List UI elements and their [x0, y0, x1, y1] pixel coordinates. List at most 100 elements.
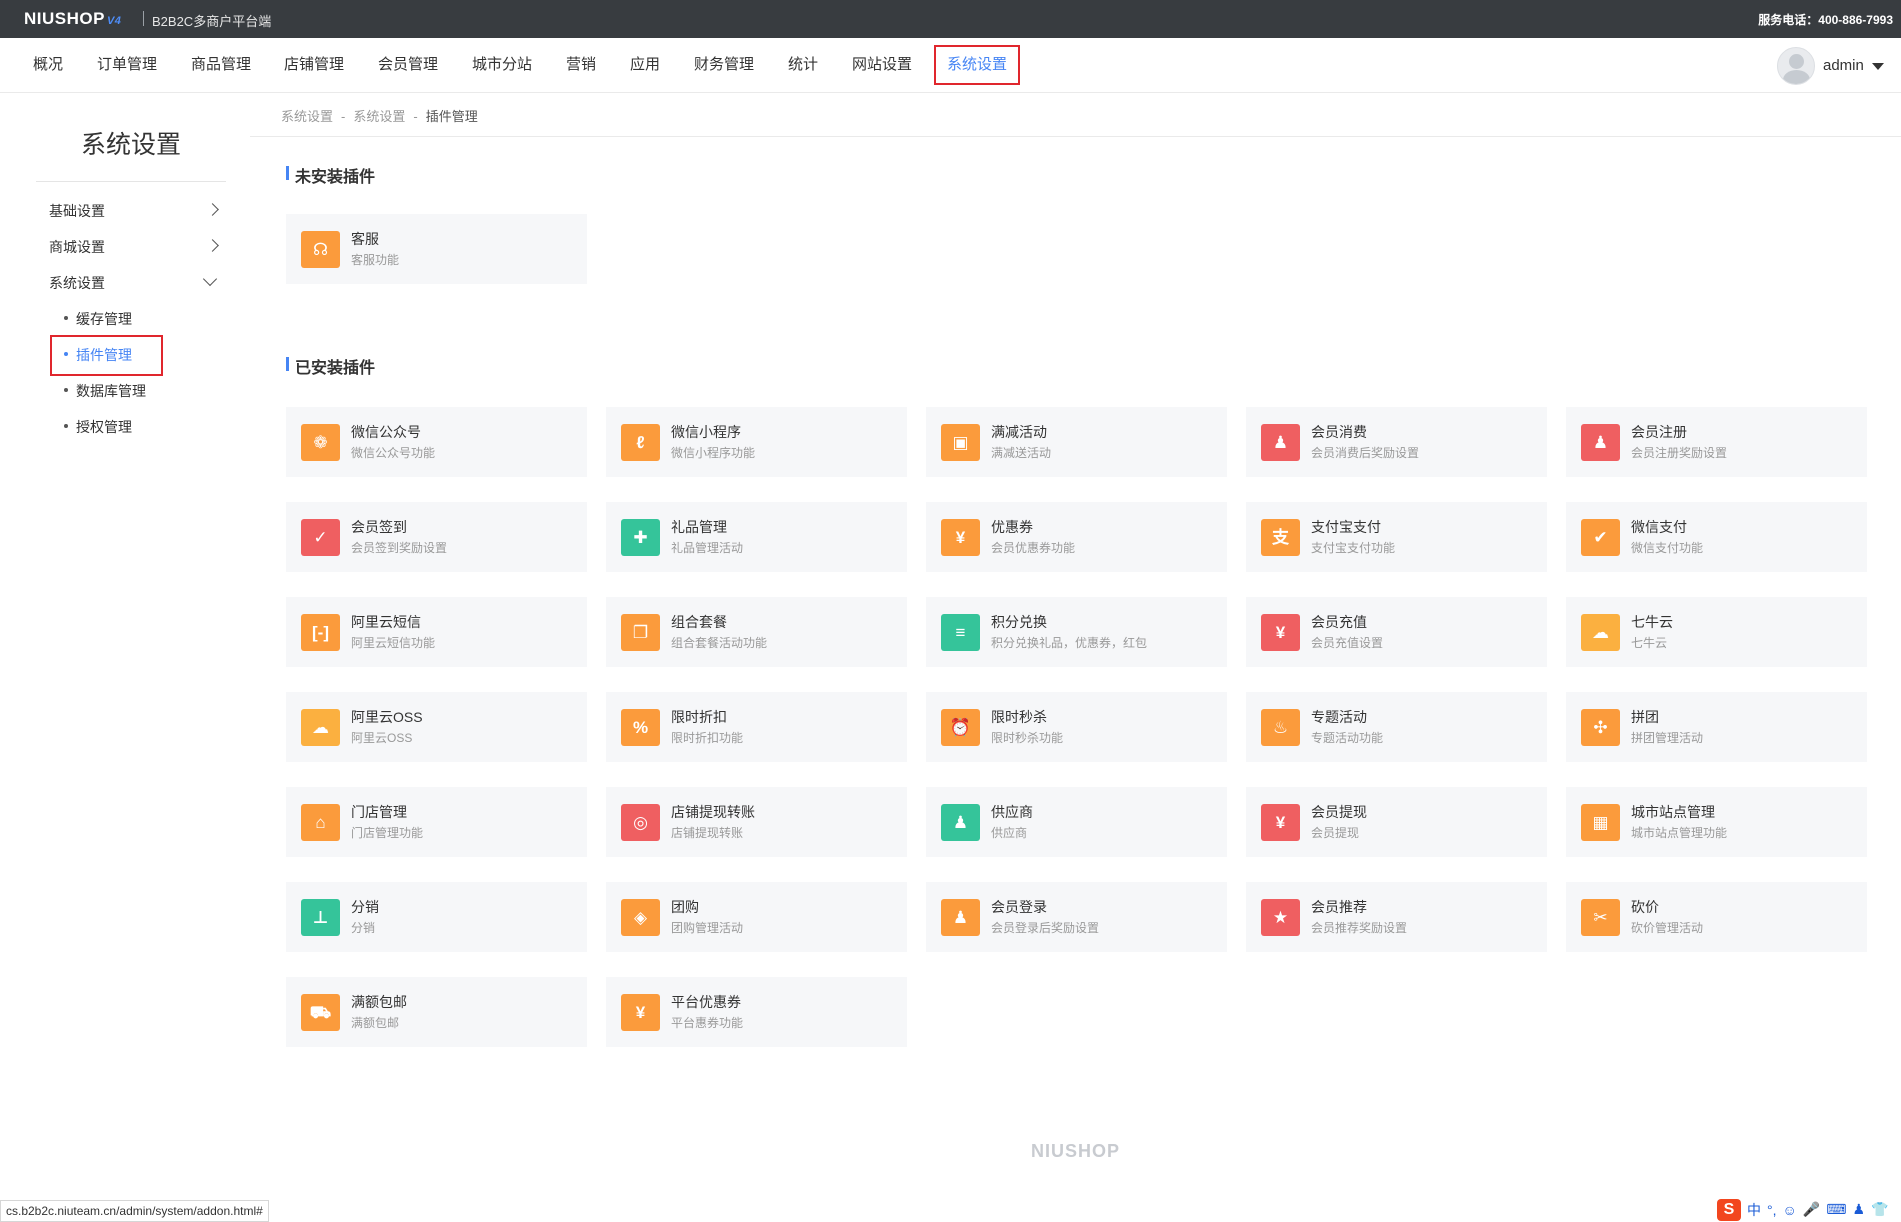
nav-shops[interactable]: 店铺管理 — [284, 38, 344, 93]
addon-card[interactable]: ♟ 会员注册 会员注册奖励设置 — [1566, 407, 1867, 477]
combo-icon: ❐ — [621, 614, 660, 651]
logo-divider — [143, 11, 144, 26]
nav-marketing[interactable]: 营销 — [566, 38, 596, 93]
addon-card[interactable]: ☁ 七牛云 七牛云 — [1566, 597, 1867, 667]
addon-desc: 团购管理活动 — [671, 921, 744, 935]
icon-glyph: ¥ — [955, 528, 966, 547]
nav-system-settings[interactable]: 系统设置 — [934, 45, 1021, 85]
ime-language[interactable]: 中 — [1747, 1200, 1761, 1220]
addon-name: 微信小程序 — [671, 424, 741, 440]
nav-website-settings[interactable]: 网站设置 — [852, 38, 912, 93]
addon-card[interactable]: ⌂ 门店管理 门店管理功能 — [286, 787, 587, 857]
recharge-icon: ¥ — [1261, 614, 1300, 651]
breadcrumb-item[interactable]: 系统设置 — [353, 109, 405, 124]
addon-card[interactable]: ✓ 会员签到 会员签到奖励设置 — [286, 502, 587, 572]
addon-name: 满额包邮 — [351, 994, 407, 1010]
nav-city-branch[interactable]: 城市分站 — [472, 38, 532, 93]
icon-glyph: ▦ — [1592, 813, 1609, 832]
footer-logo: NIUSHOP — [1030, 1141, 1120, 1161]
sidebar-item-license[interactable]: 授权管理 — [64, 417, 132, 437]
addon-desc: 砍价管理活动 — [1631, 921, 1704, 935]
addon-card[interactable]: ✚ 礼品管理 礼品管理活动 — [606, 502, 907, 572]
addon-card[interactable]: ≡ 积分兑换 积分兑换礼品，优惠券，红包 — [926, 597, 1227, 667]
addon-card[interactable]: ⊥ 分销 分销 — [286, 882, 587, 952]
addon-card[interactable]: % 限时折扣 限时折扣功能 — [606, 692, 907, 762]
nav-goods[interactable]: 商品管理 — [191, 38, 251, 93]
bulb-icon: ♨ — [1261, 709, 1300, 746]
addon-card[interactable]: ☁ 阿里云OSS 阿里云OSS — [286, 692, 587, 762]
nav-overview[interactable]: 概况 — [33, 38, 63, 93]
addon-card[interactable]: ♟ 会员消费 会员消费后奖励设置 — [1246, 407, 1547, 477]
addon-name: 分销 — [351, 899, 379, 915]
addon-name: 客服 — [351, 231, 379, 247]
chevron-right-icon[interactable] — [206, 239, 219, 252]
addon-card[interactable]: ✣ 拼团 拼团管理活动 — [1566, 692, 1867, 762]
logo-version: V4 — [106, 15, 122, 27]
addon-card[interactable]: ◎ 店铺提现转账 店铺提现转账 — [606, 787, 907, 857]
addon-card[interactable]: 支 支付宝支付 支付宝支付功能 — [1246, 502, 1547, 572]
nav-statistics[interactable]: 统计 — [788, 38, 818, 93]
icon-glyph: ▣ — [952, 433, 969, 452]
sidebar-group-mall-settings[interactable]: 商城设置 — [49, 237, 105, 257]
coupon-icon: ¥ — [941, 519, 980, 556]
addon-card[interactable]: ⛟ 满额包邮 满额包邮 — [286, 977, 587, 1047]
icon-glyph: ⌂ — [315, 813, 326, 832]
addon-card[interactable]: ♨ 专题活动 专题活动功能 — [1246, 692, 1547, 762]
avatar — [1777, 47, 1815, 85]
addon-card[interactable]: [-] 阿里云短信 阿里云短信功能 — [286, 597, 587, 667]
sidebar-item-cache[interactable]: 缓存管理 — [64, 309, 132, 329]
emoji-icon[interactable]: ☺ — [1783, 1202, 1797, 1218]
ime-punctuation[interactable]: °, — [1767, 1202, 1777, 1218]
addon-card[interactable]: ★ 会员推荐 会员推荐奖励设置 — [1246, 882, 1547, 952]
addon-card[interactable]: ¥ 会员充值 会员充值设置 — [1246, 597, 1547, 667]
nav-apps[interactable]: 应用 — [630, 38, 660, 93]
addon-card[interactable]: ❐ 组合套餐 组合套餐活动功能 — [606, 597, 907, 667]
main-nav: 概况 订单管理 商品管理 店铺管理 会员管理 城市分站 营销 应用 财务管理 统… — [0, 38, 1901, 93]
addon-card[interactable]: ¥ 会员提现 会员提现 — [1246, 787, 1547, 857]
niushop-logo[interactable]: NIUSHOP V4 — [24, 9, 121, 29]
sidebar-group-system-settings[interactable]: 系统设置 — [49, 273, 105, 293]
addon-card[interactable]: ♟ 会员登录 会员登录后奖励设置 — [926, 882, 1227, 952]
addon-name: 满减活动 — [991, 424, 1047, 440]
installed-section-title: 已安装插件 — [286, 354, 375, 378]
addon-card[interactable]: ✔ 微信支付 微信支付功能 — [1566, 502, 1867, 572]
nav-members[interactable]: 会员管理 — [378, 38, 438, 93]
sidebar-item-database[interactable]: 数据库管理 — [64, 381, 146, 401]
sidebar-item-label: 数据库管理 — [76, 383, 146, 399]
icon-glyph: ≡ — [955, 623, 966, 642]
coins-icon: ≡ — [941, 614, 980, 651]
supplier-icon: ♟ — [941, 804, 980, 841]
addon-desc: 支付宝支付功能 — [1311, 541, 1396, 555]
keyboard-icon[interactable]: ⌨ — [1826, 1201, 1846, 1218]
nav-finance[interactable]: 财务管理 — [694, 38, 754, 93]
addon-desc: 会员充值设置 — [1311, 636, 1384, 650]
chevron-down-icon[interactable] — [202, 271, 218, 287]
service-hotline: 服务电话：400-886-7993 — [1758, 13, 1893, 27]
sogou-ime-icon[interactable]: S — [1717, 1198, 1741, 1221]
chevron-right-icon[interactable] — [206, 203, 219, 216]
nav-orders[interactable]: 订单管理 — [97, 38, 157, 93]
addon-card[interactable]: ◈ 团购 团购管理活动 — [606, 882, 907, 952]
addon-card[interactable]: ✂ 砍价 砍价管理活动 — [1566, 882, 1867, 952]
icon-glyph: ¥ — [1275, 623, 1286, 642]
addon-card[interactable]: ☊ 客服 客服功能 — [286, 214, 587, 284]
addon-desc: 限时秒杀功能 — [991, 731, 1064, 745]
user-menu[interactable]: admin — [1777, 47, 1893, 85]
addon-card[interactable]: ▦ 城市站点管理 城市站点管理功能 — [1566, 787, 1867, 857]
skin-icon[interactable]: 👕 — [1871, 1201, 1888, 1218]
addon-name: 平台优惠券 — [671, 994, 741, 1010]
addon-card[interactable]: ⏰ 限时秒杀 限时秒杀功能 — [926, 692, 1227, 762]
ticket-icon: ▣ — [941, 424, 980, 461]
user-tray-icon[interactable]: ♟ — [1852, 1201, 1865, 1218]
addon-card[interactable]: ❁ 微信公众号 微信公众号功能 — [286, 407, 587, 477]
addon-card[interactable]: ℓ 微信小程序 微信小程序功能 — [606, 407, 907, 477]
building-icon: ▦ — [1581, 804, 1620, 841]
addon-card[interactable]: ¥ 优惠券 会员优惠券功能 — [926, 502, 1227, 572]
breadcrumb-item[interactable]: 系统设置 — [281, 109, 333, 124]
withdraw-transfer-icon: ◎ — [621, 804, 660, 841]
microphone-icon[interactable]: 🎤 — [1803, 1201, 1820, 1218]
sidebar-group-basic-settings[interactable]: 基础设置 — [49, 201, 105, 221]
addon-card[interactable]: ¥ 平台优惠券 平台惠券功能 — [606, 977, 907, 1047]
addon-card[interactable]: ▣ 满减活动 满减送活动 — [926, 407, 1227, 477]
addon-card[interactable]: ♟ 供应商 供应商 — [926, 787, 1227, 857]
